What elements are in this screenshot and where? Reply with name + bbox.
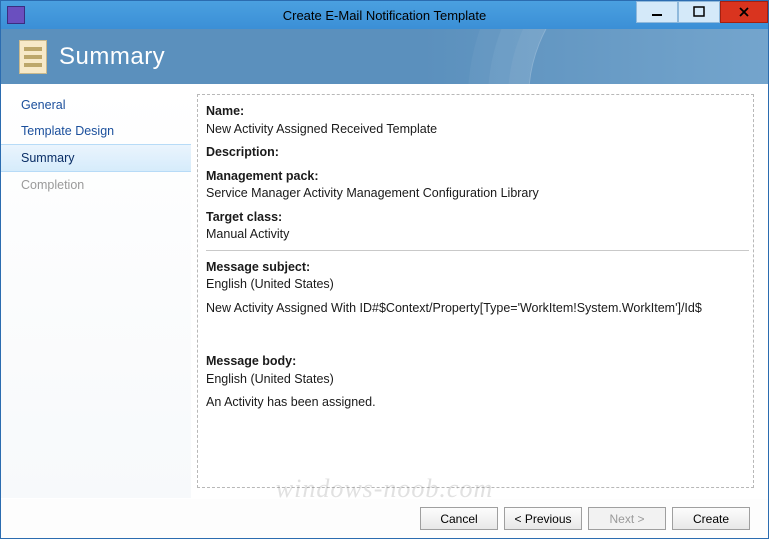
body-language: English (United States)	[206, 371, 749, 389]
name-label: Name:	[206, 103, 749, 121]
body-label: Message body:	[206, 353, 749, 371]
nav-item-summary[interactable]: Summary	[1, 144, 191, 172]
window-controls	[636, 1, 768, 29]
maximize-button[interactable]	[678, 1, 720, 23]
summary-panel[interactable]: Name: New Activity Assigned Received Tem…	[197, 94, 754, 488]
minimize-button[interactable]	[636, 1, 678, 23]
wizard-footer: Cancel < Previous Next > Create	[1, 498, 768, 538]
nav-item-general[interactable]: General	[1, 92, 191, 118]
previous-button[interactable]: < Previous	[504, 507, 582, 530]
banner-heading: Summary	[59, 43, 165, 71]
titlebar: Create E-Mail Notification Template	[1, 1, 768, 29]
target-label: Target class:	[206, 209, 749, 227]
mgmtpack-value: Service Manager Activity Management Conf…	[206, 185, 749, 203]
summary-page-icon	[19, 40, 47, 74]
target-value: Manual Activity	[206, 226, 749, 244]
subject-value: New Activity Assigned With ID#$Context/P…	[206, 300, 749, 318]
wizard-body: General Template Design Summary Completi…	[1, 84, 768, 498]
create-button[interactable]: Create	[672, 507, 750, 530]
divider	[206, 250, 749, 251]
nav-item-template-design[interactable]: Template Design	[1, 118, 191, 144]
cancel-button[interactable]: Cancel	[420, 507, 498, 530]
wizard-banner: Summary	[1, 29, 768, 84]
name-value: New Activity Assigned Received Template	[206, 121, 749, 139]
banner-decoration	[528, 29, 768, 84]
subject-language: English (United States)	[206, 276, 749, 294]
close-icon	[738, 6, 750, 18]
content-area: Name: New Activity Assigned Received Tem…	[191, 84, 768, 498]
mgmtpack-label: Management pack:	[206, 168, 749, 186]
close-button[interactable]	[720, 1, 768, 23]
spacer	[206, 323, 749, 351]
app-icon	[7, 6, 25, 24]
nav-item-completion: Completion	[1, 172, 191, 198]
next-button: Next >	[588, 507, 666, 530]
body-value: An Activity has been assigned.	[206, 394, 749, 412]
description-label: Description:	[206, 144, 749, 162]
subject-label: Message subject:	[206, 259, 749, 277]
maximize-icon	[693, 6, 705, 18]
wizard-nav: General Template Design Summary Completi…	[1, 84, 191, 498]
minimize-icon	[651, 6, 663, 18]
